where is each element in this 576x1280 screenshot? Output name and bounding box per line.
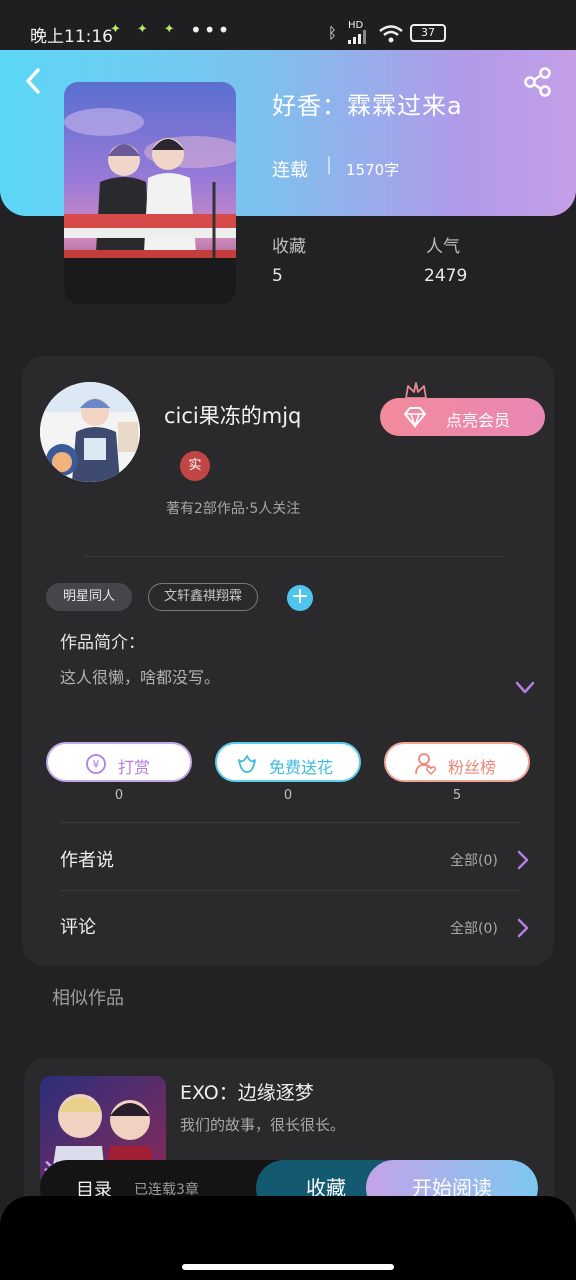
- intro-text: 这人很懒，啥都没写。: [60, 668, 221, 687]
- word-count: 1570字: [346, 161, 400, 179]
- add-tag-button[interactable]: +: [287, 585, 313, 611]
- user-heart-icon: [415, 753, 436, 776]
- status-separator: |: [326, 154, 333, 175]
- author-says-count: 全部(0): [450, 853, 498, 869]
- status-more: •••: [190, 18, 232, 42]
- tag-characters[interactable]: 文轩鑫祺翔霖: [148, 583, 258, 611]
- comments-count: 全部(0): [450, 921, 498, 937]
- battery-icon: 37: [410, 24, 446, 42]
- favorites-value: 5: [272, 266, 283, 286]
- chevron-left-icon: [26, 68, 40, 94]
- intro-title: 作品简介：: [60, 633, 145, 653]
- chevron-right-icon: [517, 850, 529, 870]
- similar-work-desc: 我们的故事，很长很长。: [180, 1116, 346, 1134]
- vip-button-label: 点亮会员: [446, 411, 511, 430]
- flower-count: 0: [283, 788, 293, 803]
- wifi-icon: [379, 25, 403, 43]
- yen-coin-icon: ¥: [86, 754, 106, 774]
- popularity-value: 2479: [424, 266, 468, 286]
- divider: [60, 890, 520, 891]
- tip-button[interactable]: ¥ 打赏: [46, 742, 192, 782]
- divider: [84, 556, 504, 557]
- send-flower-label: 免费送花: [269, 758, 334, 777]
- send-flower-button[interactable]: 免费送花: [215, 742, 361, 782]
- home-indicator[interactable]: [182, 1264, 394, 1270]
- back-button[interactable]: [20, 66, 50, 96]
- author-meta: 著有2部作品·5人关注: [166, 501, 301, 517]
- tip-count: 0: [114, 788, 124, 803]
- svg-text:¥: ¥: [93, 758, 100, 771]
- activate-vip-button[interactable]: 点亮会员: [380, 398, 545, 436]
- favorites-label: 收藏: [272, 237, 306, 257]
- tag-star-fanfic[interactable]: 明星同人: [46, 583, 132, 611]
- divider: [60, 822, 520, 823]
- popularity-label: 人气: [426, 237, 460, 257]
- comments-label: 评论: [60, 917, 96, 938]
- flower-icon: [238, 755, 256, 773]
- bluetooth-icon: ᛒ: [328, 24, 338, 42]
- similar-works-title: 相似作品: [52, 988, 124, 1009]
- fan-count: 5: [452, 788, 462, 803]
- tip-label: 打赏: [118, 758, 151, 777]
- notification-icons: ✦✦✦: [110, 22, 191, 37]
- verified-badge: 实: [180, 451, 210, 481]
- book-title: 好香：霖霖过来a: [272, 92, 463, 120]
- author-says-label: 作者说: [60, 850, 114, 871]
- diamond-icon: [404, 407, 426, 428]
- cover-image: [64, 82, 236, 304]
- share-icon: [524, 67, 551, 97]
- book-cover[interactable]: [64, 82, 236, 304]
- plus-icon: +: [290, 584, 310, 609]
- avatar[interactable]: [40, 382, 140, 482]
- fan-ranking-button[interactable]: 粉丝榜: [384, 742, 530, 782]
- author-name[interactable]: cici果冻的mjq: [164, 400, 301, 430]
- signal-icon: [348, 30, 366, 44]
- expand-intro-chevron-down-icon[interactable]: [514, 680, 536, 696]
- share-button[interactable]: [522, 66, 554, 98]
- author-avatar-image: [40, 382, 140, 482]
- book-status: 连载: [272, 160, 308, 181]
- status-time: 晚上11:16: [30, 27, 113, 47]
- fan-ranking-label: 粉丝榜: [448, 758, 497, 777]
- chevron-right-icon: [517, 918, 529, 938]
- similar-work-title: EXO：边缘逐梦: [180, 1082, 314, 1104]
- crown-icon: [405, 382, 427, 399]
